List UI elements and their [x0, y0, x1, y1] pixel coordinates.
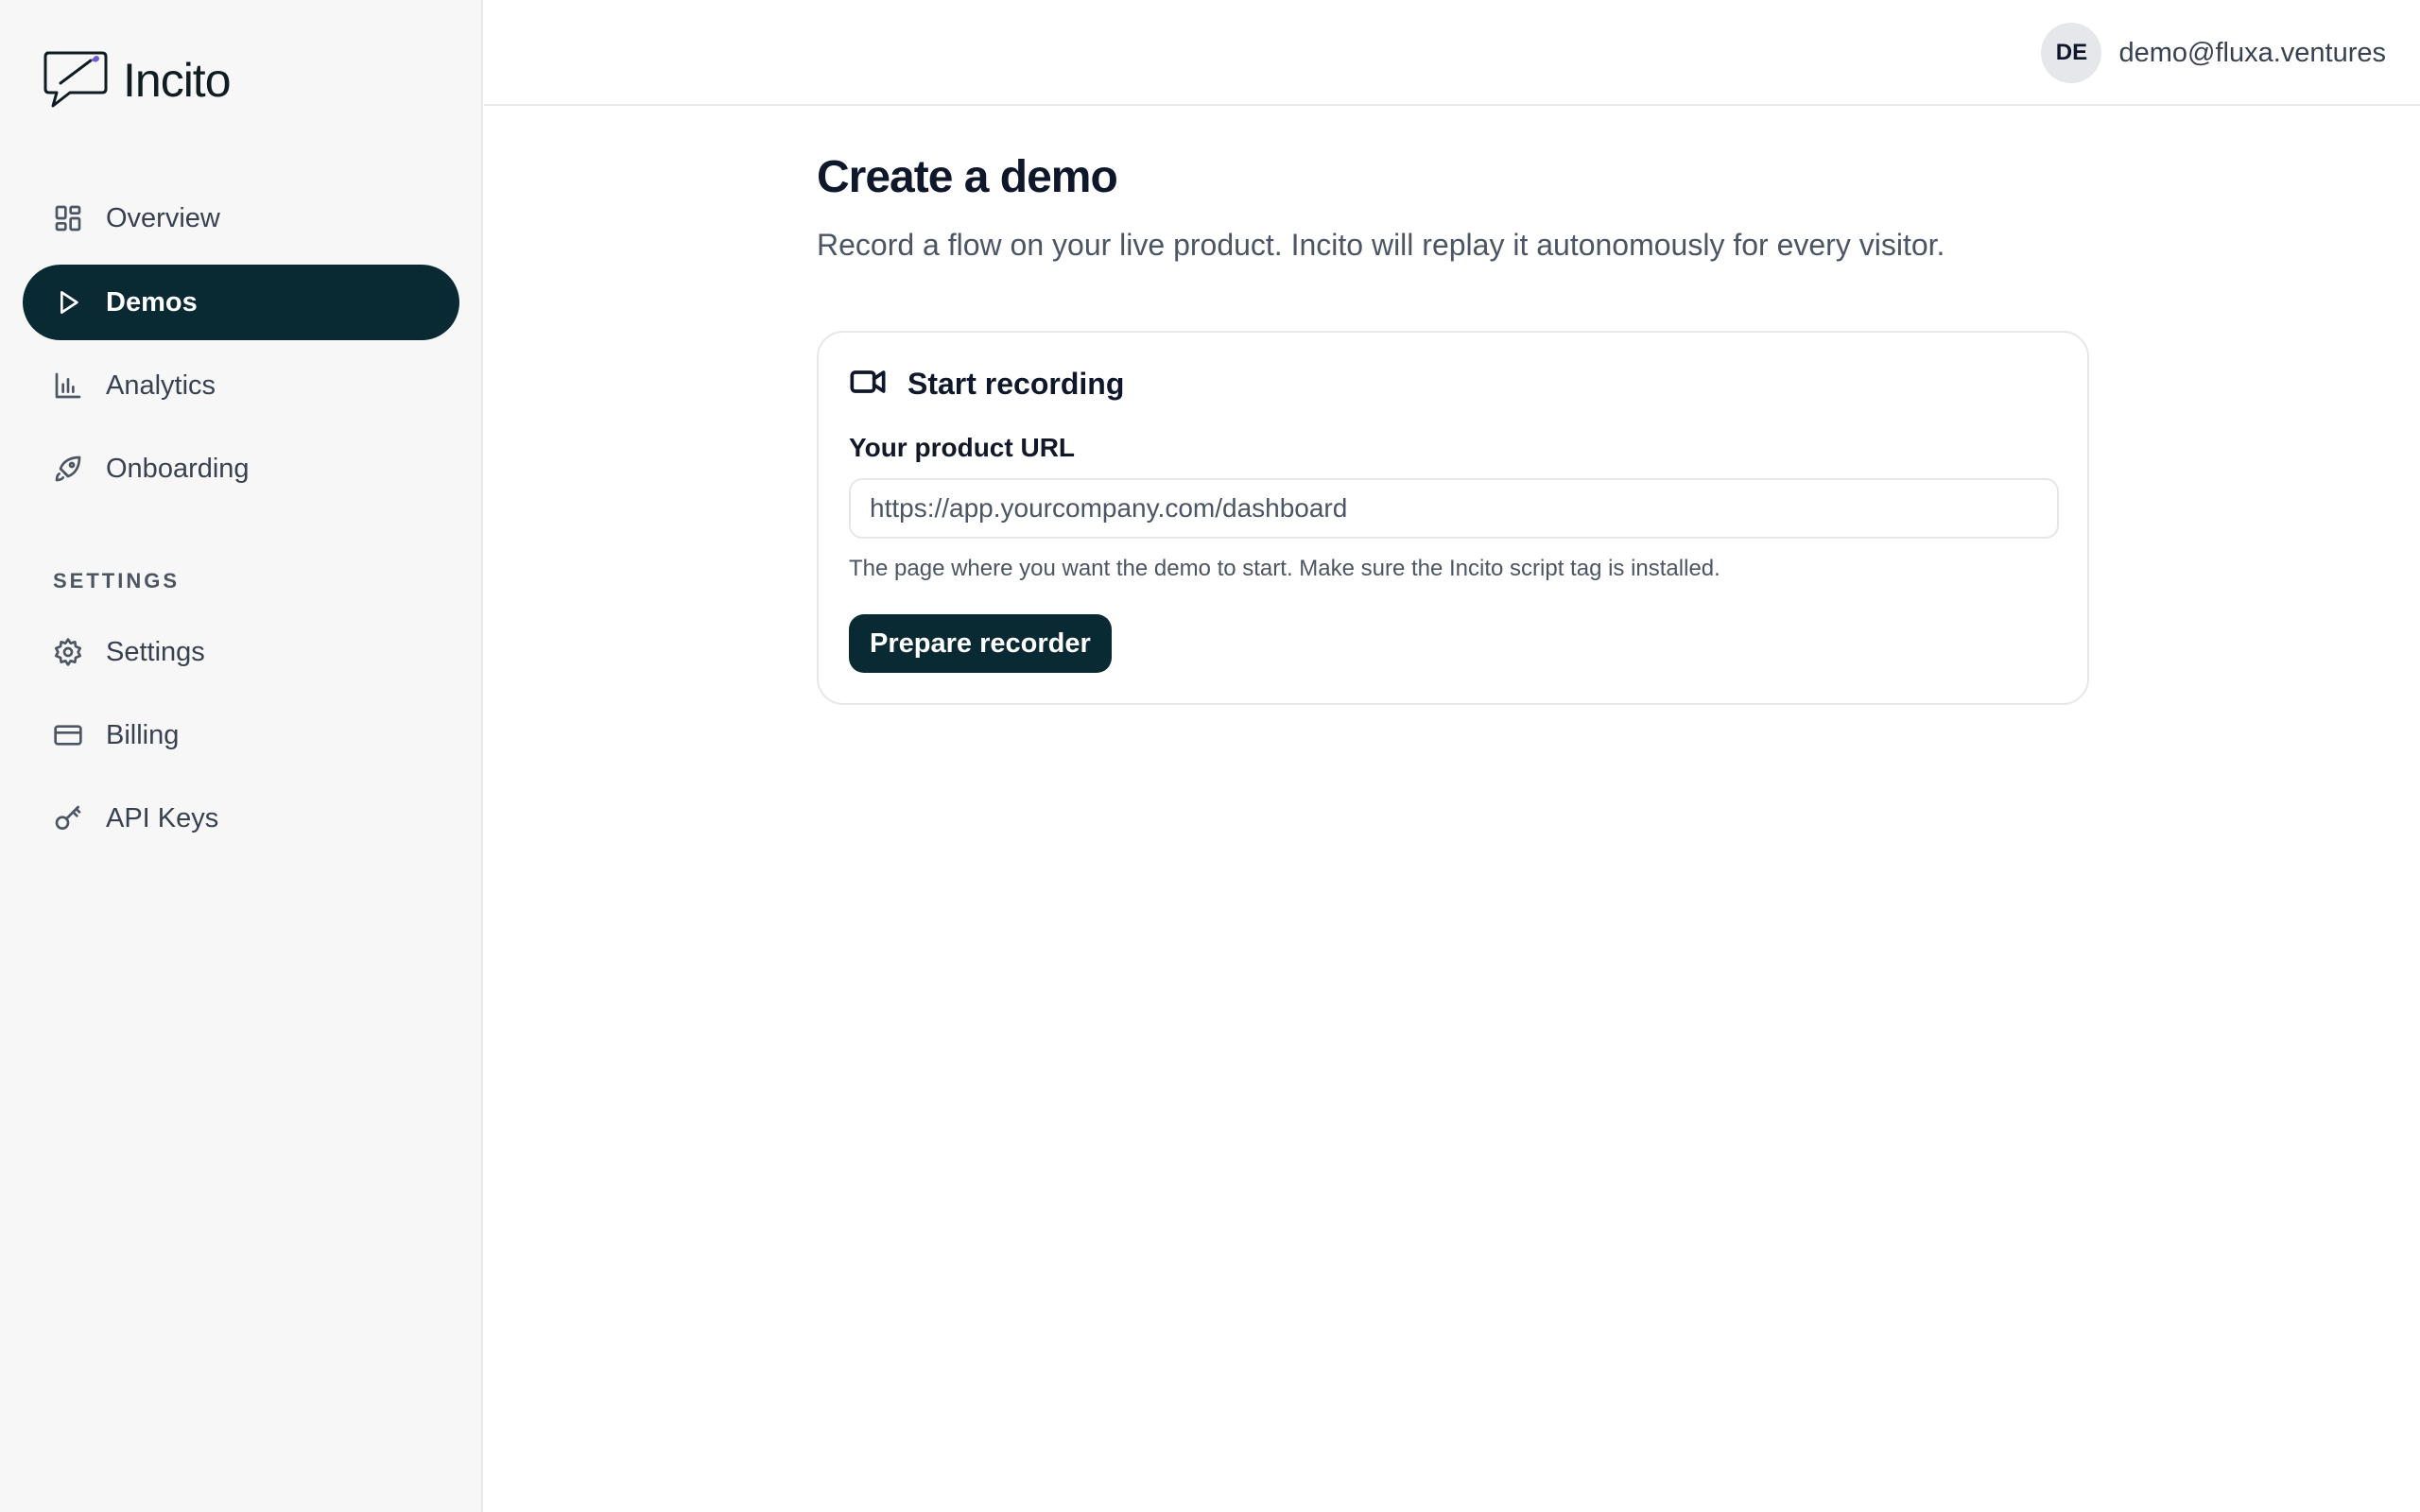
rocket-icon: [53, 454, 83, 484]
sidebar-item-api-keys[interactable]: API Keys: [23, 781, 459, 856]
main-content: Create a demo Record a flow on your live…: [817, 151, 2089, 705]
url-hint-text: The page where you want the demo to star…: [849, 556, 1720, 581]
app-window: Incito Overview Demos Analytics Onboardi: [0, 0, 2420, 1512]
sidebar-item-settings[interactable]: Settings: [23, 614, 459, 690]
sidebar-item-label: Billing: [106, 719, 180, 750]
url-field-label: Your product URL: [849, 433, 1076, 462]
sidebar-item-label: API Keys: [106, 802, 219, 833]
start-recording-card: Start recording Your product URL The pag…: [817, 331, 2089, 705]
sidebar-item-billing[interactable]: Billing: [23, 697, 459, 773]
sidebar-item-analytics[interactable]: Analytics: [23, 348, 459, 423]
sidebar-item-label: Analytics: [106, 369, 216, 401]
top-header: DE demo@fluxa.ventures: [484, 0, 2420, 106]
sidebar-item-label: Demos: [106, 286, 198, 318]
gear-icon: [53, 637, 83, 667]
product-url-input[interactable]: [849, 478, 2059, 539]
sidebar: Incito Overview Demos Analytics Onboardi: [0, 0, 483, 1512]
prepare-recorder-button[interactable]: Prepare recorder: [849, 614, 1112, 673]
brand-logo[interactable]: Incito: [42, 47, 232, 114]
layout-grid-icon: [53, 203, 83, 233]
brand-name: Incito: [123, 54, 232, 107]
video-camera-icon: [849, 363, 887, 405]
user-menu[interactable]: DE demo@fluxa.ventures: [2041, 23, 2386, 83]
sidebar-item-label: Overview: [106, 202, 220, 233]
key-icon: [53, 803, 83, 833]
page-subtitle: Record a flow on your live product. Inci…: [817, 228, 1945, 262]
bar-chart-icon: [53, 370, 83, 401]
settings-section-label: SETTINGS: [53, 569, 181, 593]
card-title: Start recording: [908, 366, 1125, 401]
credit-card-icon: [53, 720, 83, 750]
logo-icon: [42, 47, 110, 114]
sidebar-item-onboarding[interactable]: Onboarding: [23, 431, 459, 507]
avatar[interactable]: DE: [2041, 23, 2102, 83]
sidebar-item-demos[interactable]: Demos: [23, 265, 459, 340]
page-title: Create a demo: [817, 152, 1118, 202]
sidebar-item-label: Onboarding: [106, 453, 250, 484]
sidebar-item-label: Settings: [106, 636, 205, 667]
sidebar-item-overview[interactable]: Overview: [23, 180, 459, 256]
user-email: demo@fluxa.ventures: [2118, 37, 2386, 68]
card-header: Start recording: [849, 363, 1124, 404]
play-icon: [53, 287, 83, 318]
